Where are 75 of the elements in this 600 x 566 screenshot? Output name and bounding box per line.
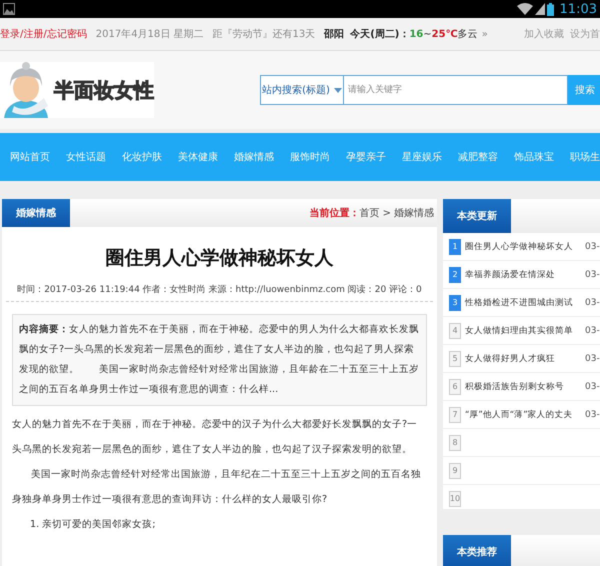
panel-tab[interactable]: 本类推荐	[443, 535, 511, 566]
dropdown-caret-icon	[334, 88, 342, 92]
breadcrumb-separator: >	[382, 208, 391, 218]
article-link[interactable]: 女人做情妇理由其实很简单	[465, 324, 581, 336]
site-logo[interactable]: 半面妆女性	[0, 62, 154, 118]
logo-text: 半面妆女性	[54, 76, 154, 104]
article-date: 03-	[585, 354, 600, 364]
article-paragraph: 女人的魅力首先不在于美丽，而在于神秘。恋爱中的汉子为什么大都爱好长发飘飘的女子?一头乌黑的长发宛若一层黑色的面纱，遮住了女人半边的脸，也勾起了汉子探索发明的欲望。	[11, 418, 418, 457]
article-date: 03-	[585, 298, 600, 308]
rank-number: 1	[449, 238, 461, 254]
article-date: 03-	[585, 382, 600, 392]
article-link[interactable]: 圈住男人心学做神秘坏女人	[465, 240, 581, 252]
panel-tab[interactable]: 本类更新	[443, 199, 511, 233]
city-name: 邵阳	[324, 28, 344, 41]
countdown-text: 距『劳动节』还有13天	[212, 28, 316, 41]
nav-link[interactable]: 服饰时尚	[290, 150, 330, 164]
rank-number: 2	[449, 266, 461, 282]
rank-number: 5	[449, 350, 461, 366]
rank-number: 8	[449, 434, 461, 450]
account-link[interactable]: 注册	[23, 27, 44, 41]
article-link[interactable]: 女人做得好男人才疯狂	[465, 352, 581, 364]
article-link[interactable]: “厚”他人而“薄”家人的丈夫	[465, 408, 581, 420]
more-link[interactable]: »	[482, 28, 488, 40]
nav-link[interactable]: 孕婴亲子	[346, 150, 386, 164]
account-link[interactable]: 忘记密码	[46, 27, 87, 41]
nav-link[interactable]: 婚嫁情感	[234, 150, 274, 164]
search-field[interactable]: 请输入关键字	[343, 75, 568, 105]
account-link[interactable]: 登录	[0, 27, 20, 41]
clock: 11:03	[560, 2, 597, 16]
nav-link[interactable]: 减肥整容	[458, 150, 498, 164]
article-title: 圈住男人心学做神秘坏女人	[104, 246, 334, 271]
weather-text: 多云	[458, 28, 478, 41]
breadcrumb-label: 当前位置：	[310, 206, 360, 220]
nav-link[interactable]: 职场生	[570, 150, 600, 164]
search-button[interactable]: 搜索	[568, 75, 600, 105]
article-link[interactable]: 幸福养颜汤爱在情深处	[465, 268, 581, 280]
rank-number: 9	[449, 462, 461, 478]
rank-number: 10	[449, 490, 461, 506]
article-paragraph: 美国一家时尚杂志曾经针对经常出国旅游，且年纪在二十五至三十上五岁之间的五百名独身独身单身男士作过一项很有意思的查询拜访：什么样的女人最吸引你?	[11, 468, 422, 507]
nav-link[interactable]: 女性话题	[66, 150, 106, 164]
rank-number: 6	[449, 378, 461, 394]
battery-icon	[546, 2, 554, 16]
top-right-link[interactable]: 设为首	[570, 27, 600, 41]
summary-box: 内容摘要：女人的魅力首先不在于美丽，而在于神秘。恋爱中的男人为什么大都喜欢长发飘飘的女子?一头乌黑的长发宛若一层黑色的面纱，遮住了女人半边的脸，也勾起了男人探索发现的欲望。 美国一家时尚杂志曾经针对经常出国旅游，且年龄在二十五至三十上五岁之间的五百名单身男士作过一项很有意思的调查：什么样...	[12, 314, 427, 406]
breadcrumb-link[interactable]: 首页	[360, 206, 380, 220]
breadcrumb-link[interactable]: 婚嫁情感	[394, 206, 434, 220]
nav-link[interactable]: 饰品珠宝	[514, 150, 554, 164]
nav-link[interactable]: 化妆护肤	[122, 150, 162, 164]
nav-link[interactable]: 星座娱乐	[402, 150, 442, 164]
image-icon	[3, 3, 15, 15]
article-link[interactable]: 性格婚检进不进围城由测试	[465, 296, 581, 308]
article-date: 03-	[585, 410, 600, 420]
article-date: 03-	[585, 242, 600, 252]
rank-number: 4	[449, 322, 461, 338]
category-tab[interactable]: 婚嫁情感	[2, 199, 70, 227]
article-date: 03-	[585, 270, 600, 280]
separator: /	[20, 28, 24, 40]
search-scope-dropdown[interactable]: 站内搜索(标题)	[260, 75, 343, 105]
high-temperature: 25℃	[432, 28, 458, 40]
separator: /	[43, 28, 47, 40]
article-link[interactable]: 积极婚活族告别剩女称号	[465, 380, 581, 392]
nav-link[interactable]: 网站首页	[10, 150, 50, 164]
rank-number: 7	[449, 406, 461, 422]
article-meta: 时间：2017-03-26 11:19:44 作者：女性时尚 来源：http://luowenbinmz.com 阅读：20 评论：0	[16, 284, 423, 296]
signal-icon	[534, 3, 545, 15]
rank-number: 3	[449, 294, 461, 310]
low-temperature: 16	[409, 28, 424, 40]
top-right-link[interactable]: 加入收藏	[524, 27, 564, 41]
wifi-icon	[516, 3, 533, 15]
temperature-separator: ~	[423, 28, 432, 40]
article-paragraph: 1. 亲切可爱的美国邻家女孩;	[29, 518, 156, 532]
weather-label: 今天(周二)：	[350, 28, 410, 41]
article-date: 03-	[585, 326, 600, 336]
nav-link[interactable]: 美体健康	[178, 150, 218, 164]
date-text: 2017年4月18日 星期二	[96, 28, 204, 41]
